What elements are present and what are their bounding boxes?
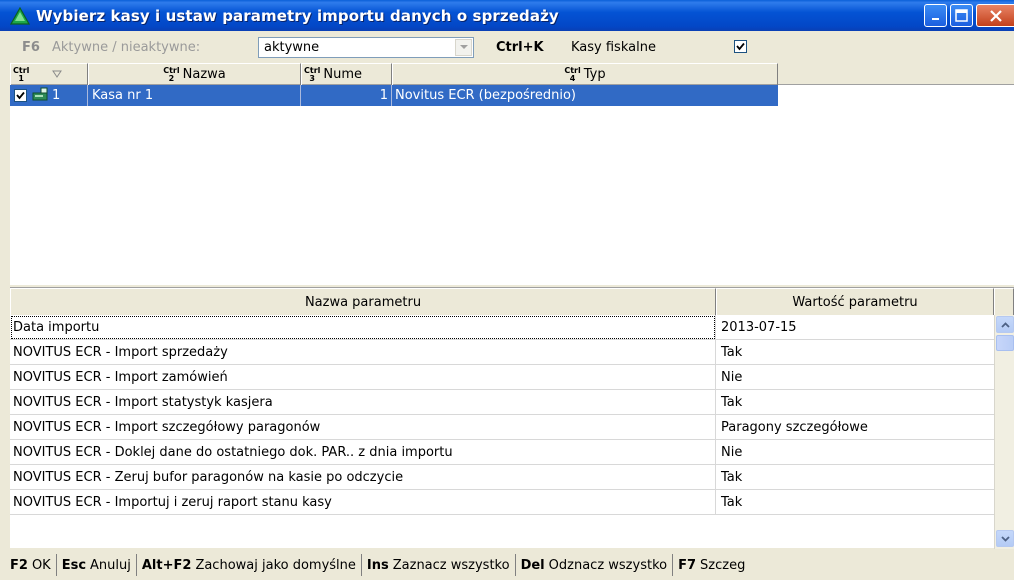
filter-label: Aktywne / nieaktywne: bbox=[52, 40, 201, 55]
minimize-icon bbox=[931, 17, 939, 20]
cash-register-icon bbox=[32, 86, 50, 105]
registers-header: Ctrl 1 Ctrl 2 Nazwa Ctrl 3 Nume Ctrl 4 Typ bbox=[10, 63, 1014, 85]
ok-button[interactable]: F2 OK bbox=[10, 554, 57, 576]
param-name: NOVITUS ECR - Zeruj bufor paragonów na k… bbox=[10, 465, 716, 490]
cancel-button[interactable]: Esc Anuluj bbox=[62, 554, 137, 576]
close-icon bbox=[989, 9, 1002, 22]
param-value[interactable]: 2013-07-15 bbox=[716, 315, 994, 340]
param-value[interactable]: Tak bbox=[716, 490, 994, 515]
filter-bar: F6 Aktywne / nieaktywne: aktywne Ctrl+K … bbox=[0, 31, 1014, 63]
checkmark-icon bbox=[16, 91, 25, 100]
param-row[interactable]: NOVITUS ECR - Importuj i zeruj raport st… bbox=[10, 490, 994, 515]
param-value[interactable]: Paragony szczegółowe bbox=[716, 415, 994, 440]
register-type: Novitus ECR (bezpośrednio) bbox=[395, 88, 576, 103]
fiscal-label: Kasy fiskalne bbox=[571, 40, 656, 55]
param-value[interactable]: Nie bbox=[716, 365, 994, 390]
column-header-param-value[interactable]: Wartość parametru bbox=[716, 288, 994, 315]
minimize-button[interactable] bbox=[924, 4, 947, 27]
column-header-type[interactable]: Ctrl 4 Typ bbox=[392, 63, 778, 85]
shortcut-bar: F2 OK Esc Anuluj Alt+F2 Zachowaj jako domyś… bbox=[0, 550, 1014, 580]
scroll-thumb[interactable] bbox=[996, 335, 1014, 351]
fiscal-checkbox[interactable] bbox=[734, 40, 747, 53]
row-checkbox[interactable] bbox=[14, 89, 27, 102]
param-name: NOVITUS ECR - Doklej dane do ostatniego … bbox=[10, 440, 716, 465]
row-index: 1 bbox=[52, 88, 61, 103]
param-row[interactable]: NOVITUS ECR - Import statystyk kasjera T… bbox=[10, 390, 994, 415]
vertical-scrollbar[interactable] bbox=[994, 315, 1014, 549]
status-select[interactable]: aktywne bbox=[258, 37, 474, 58]
param-value[interactable]: Tak bbox=[716, 465, 994, 490]
param-name: NOVITUS ECR - Import sprzedaży bbox=[10, 340, 716, 365]
chevron-up-icon bbox=[1000, 321, 1010, 328]
scroll-down-button[interactable] bbox=[996, 530, 1014, 547]
close-button[interactable] bbox=[976, 4, 1014, 27]
save-default-button[interactable]: Alt+F2 Zachowaj jako domyślne bbox=[142, 554, 362, 576]
column-header-select[interactable]: Ctrl 1 bbox=[10, 63, 88, 85]
param-name: NOVITUS ECR - Import statystyk kasjera bbox=[10, 390, 716, 415]
chevron-down-icon bbox=[1000, 535, 1010, 542]
maximize-icon bbox=[955, 9, 968, 22]
param-value[interactable]: Nie bbox=[716, 440, 994, 465]
param-name: NOVITUS ECR - Importuj i zeruj raport st… bbox=[10, 490, 716, 515]
param-row[interactable]: NOVITUS ECR - Import sprzedaży Tak bbox=[10, 340, 994, 365]
scroll-up-button[interactable] bbox=[996, 316, 1014, 333]
status-select-value: aktywne bbox=[264, 40, 320, 55]
param-row[interactable]: NOVITUS ECR - Import zamówień Nie bbox=[10, 365, 994, 390]
window-title: Wybierz kasy i ustaw parametry importu d… bbox=[36, 6, 559, 25]
filter-shortcut: F6 bbox=[22, 40, 40, 55]
deselect-all-button[interactable]: Del Odznacz wszystko bbox=[521, 554, 674, 576]
param-value[interactable]: Tak bbox=[716, 390, 994, 415]
param-row[interactable]: Data importu 2013-07-15 bbox=[10, 315, 994, 340]
param-row[interactable]: NOVITUS ECR - Zeruj bufor paragonów na k… bbox=[10, 465, 994, 490]
select-all-button[interactable]: Ins Zaznacz wszystko bbox=[367, 554, 516, 576]
register-name: Kasa nr 1 bbox=[88, 85, 301, 106]
maximize-button[interactable] bbox=[950, 4, 973, 27]
param-row[interactable]: NOVITUS ECR - Doklej dane do ostatniego … bbox=[10, 440, 994, 465]
chevron-down-icon[interactable] bbox=[455, 39, 472, 56]
table-row[interactable]: 1 Kasa nr 1 1 Novitus ECR (bezpośrednio) bbox=[10, 85, 778, 106]
param-name: NOVITUS ECR - Import szczegółowy paragon… bbox=[10, 415, 716, 440]
fiscal-shortcut: Ctrl+K bbox=[496, 40, 544, 55]
param-name: Data importu bbox=[10, 315, 716, 340]
registers-grid: Ctrl 1 Ctrl 2 Nazwa Ctrl 3 Nume Ctrl 4 Typ 1 bbox=[10, 63, 1014, 285]
title-bar: Wybierz kasy i ustaw parametry importu d… bbox=[0, 0, 1014, 31]
param-row[interactable]: NOVITUS ECR - Import szczegółowy paragon… bbox=[10, 415, 994, 440]
green-triangle-icon bbox=[8, 4, 32, 28]
param-value[interactable]: Tak bbox=[716, 340, 994, 365]
column-header-number[interactable]: Ctrl 3 Nume bbox=[301, 63, 392, 85]
parameters-header: Nazwa parametru Wartość parametru bbox=[10, 288, 1014, 315]
sort-triangle-icon bbox=[52, 67, 63, 82]
column-header-param-name[interactable]: Nazwa parametru bbox=[10, 288, 716, 315]
register-number: 1 bbox=[301, 85, 392, 106]
parameters-grid: Nazwa parametru Wartość parametru Data i… bbox=[10, 287, 1014, 549]
checkmark-icon bbox=[736, 42, 745, 51]
details-button[interactable]: F7 Szczeg bbox=[678, 554, 750, 576]
column-header-name[interactable]: Ctrl 2 Nazwa bbox=[88, 63, 301, 85]
param-name: NOVITUS ECR - Import zamówień bbox=[10, 365, 716, 390]
